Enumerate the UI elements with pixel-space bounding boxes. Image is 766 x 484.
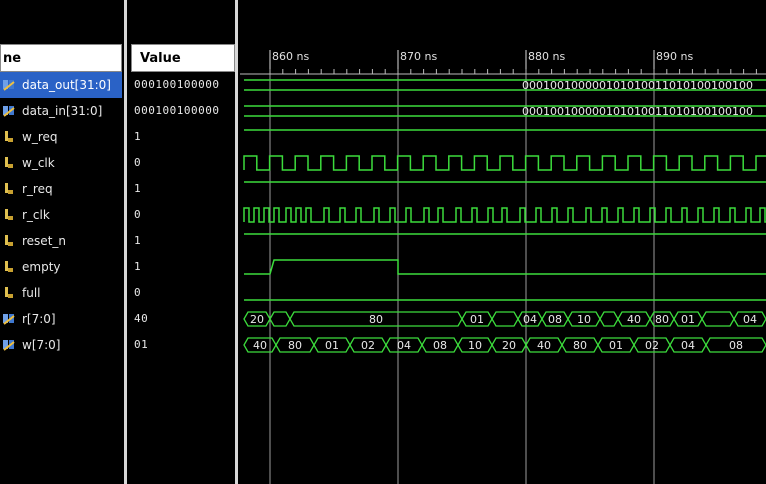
signal-row[interactable]: data_out[31:0] (0, 72, 122, 98)
bus-icon (3, 340, 15, 351)
w-bus-value: 08 (729, 339, 743, 352)
w-bus-value: 08 (433, 339, 447, 352)
signal-value: 1 (134, 182, 142, 195)
name-column: ne data_out[31:0] data_in[31:0] w_req w_clk… (0, 0, 124, 484)
w-bus-value: 40 (253, 339, 267, 352)
r-bus-value: 40 (627, 313, 641, 326)
w-bus-value: 01 (325, 339, 339, 352)
signal-name: data_in[31:0] (22, 104, 103, 118)
wire-icon (5, 157, 13, 168)
signal-value: 0 (134, 156, 142, 169)
bus-value-text: 000100100000101010011010100100100 (522, 79, 753, 92)
bus-value-text: 000100100000101010011010100100100 (522, 105, 753, 118)
name-header-label: ne (3, 51, 22, 66)
r-bus-value: 80 (655, 313, 669, 326)
signal-value: 1 (134, 260, 142, 273)
w-bus-value: 40 (537, 339, 551, 352)
value-header-label: Value (140, 51, 181, 66)
signal-row[interactable]: w[7:0] (0, 332, 122, 358)
signal-name: w[7:0] (22, 338, 61, 352)
bus-icon (3, 80, 15, 91)
signal-name: full (22, 286, 41, 300)
r-bus-segment (701, 311, 735, 327)
w-bus-value: 10 (468, 339, 482, 352)
r-bus-value: 01 (470, 313, 484, 326)
r-bus-segment (599, 311, 619, 327)
signal-row[interactable]: r_req (0, 176, 122, 202)
w-bus-value: 80 (288, 339, 302, 352)
r-bus-value: 04 (743, 313, 757, 326)
signal-name: r[7:0] (22, 312, 56, 326)
waveform-panel[interactable]: 860 ns 870 ns 880 ns 890 ns 0001001000001010… (240, 44, 766, 484)
empty-wave (244, 259, 766, 275)
w-bus-value: 02 (361, 339, 375, 352)
wire-icon (5, 235, 13, 246)
signal-name: reset_n (22, 234, 66, 248)
name-column-header[interactable]: ne (0, 44, 122, 72)
signal-value: 01 (134, 338, 149, 351)
signal-value: 1 (134, 234, 142, 247)
signal-row[interactable]: w_clk (0, 150, 122, 176)
value-wave-divider[interactable] (235, 0, 238, 484)
w-clk-wave (243, 155, 766, 171)
wire-icon (5, 131, 13, 142)
r-bus-segment (491, 311, 519, 327)
r-bus-value: 80 (369, 313, 383, 326)
signal-row[interactable]: reset_n (0, 228, 122, 254)
signal-row[interactable]: r[7:0] (0, 306, 122, 332)
value-column-header[interactable]: Value (131, 44, 235, 72)
signal-value: 40 (134, 312, 149, 325)
signal-name: data_out[31:0] (22, 78, 111, 92)
wire-icon (5, 183, 13, 194)
w-bus-value: 80 (573, 339, 587, 352)
signal-name: w_clk (22, 156, 55, 170)
signal-value: 0 (134, 208, 142, 221)
w-bus-value: 01 (609, 339, 623, 352)
bus-icon (3, 106, 15, 117)
w-bus-value: 04 (397, 339, 411, 352)
w-bus-value: 20 (502, 339, 516, 352)
r-bus-value: 20 (250, 313, 264, 326)
signal-row[interactable]: full (0, 280, 122, 306)
wire-icon (5, 209, 13, 220)
w-bus-value: 04 (681, 339, 695, 352)
signal-row[interactable]: w_req (0, 124, 122, 150)
signal-value: 000100100000 (134, 104, 220, 117)
signal-name: r_clk (22, 208, 50, 222)
signal-value: 000100100000 (134, 78, 220, 91)
ruler-label: 880 ns (528, 50, 565, 63)
ruler-label: 860 ns (272, 50, 309, 63)
signal-name: r_req (22, 182, 53, 196)
signal-name: empty (22, 260, 61, 274)
ruler-label: 870 ns (400, 50, 437, 63)
ruler-label: 890 ns (656, 50, 693, 63)
w-bus-value: 02 (645, 339, 659, 352)
wire-icon (5, 261, 13, 272)
bus-icon (3, 314, 15, 325)
r-bus-value: 01 (681, 313, 695, 326)
r-bus-segment (269, 311, 291, 327)
r-bus-value: 04 (523, 313, 537, 326)
signal-value: 1 (134, 130, 142, 143)
signal-value: 0 (134, 286, 142, 299)
r-clk-wave (243, 207, 766, 223)
signal-row[interactable]: r_clk (0, 202, 122, 228)
signal-row[interactable]: data_in[31:0] (0, 98, 122, 124)
r-bus-value: 10 (577, 313, 591, 326)
r-bus-value: 08 (548, 313, 562, 326)
signal-name: w_req (22, 130, 58, 144)
signal-row[interactable]: empty (0, 254, 122, 280)
wire-icon (5, 287, 13, 298)
